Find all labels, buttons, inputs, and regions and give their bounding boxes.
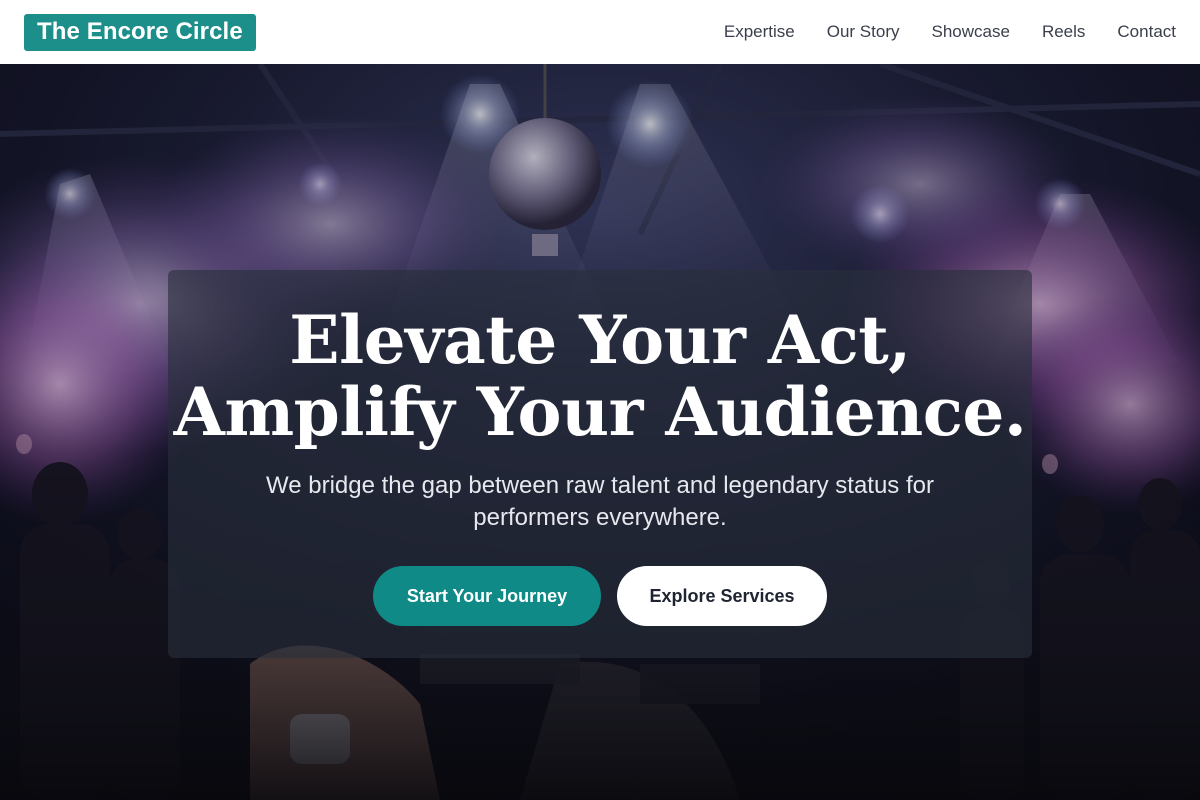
hero-headline-line-2: Amplify Your Audience. bbox=[173, 373, 1027, 451]
hero-card: Elevate Your Act, Amplify Your Audience.… bbox=[168, 270, 1032, 658]
nav-item-showcase[interactable]: Showcase bbox=[932, 22, 1010, 42]
nav-item-reels[interactable]: Reels bbox=[1042, 22, 1085, 42]
nav-item-expertise[interactable]: Expertise bbox=[724, 22, 795, 42]
hero-section: Elevate Your Act, Amplify Your Audience.… bbox=[0, 64, 1200, 800]
hero-headline: Elevate Your Act, Amplify Your Audience. bbox=[168, 304, 1032, 448]
main-nav: Expertise Our Story Showcase Reels Conta… bbox=[724, 22, 1176, 42]
hero-subtitle: We bridge the gap between raw talent and… bbox=[266, 472, 934, 531]
hero-headline-line-1: Elevate Your Act, bbox=[289, 301, 911, 379]
hero-cta-group: Start Your Journey Explore Services bbox=[168, 566, 1032, 626]
brand-logo[interactable]: The Encore Circle bbox=[24, 13, 256, 51]
start-your-journey-button[interactable]: Start Your Journey bbox=[373, 566, 601, 626]
nav-item-contact[interactable]: Contact bbox=[1117, 22, 1176, 42]
explore-services-button[interactable]: Explore Services bbox=[617, 566, 827, 626]
site-header: The Encore Circle Expertise Our Story Sh… bbox=[0, 0, 1200, 64]
nav-item-our-story[interactable]: Our Story bbox=[827, 22, 900, 42]
